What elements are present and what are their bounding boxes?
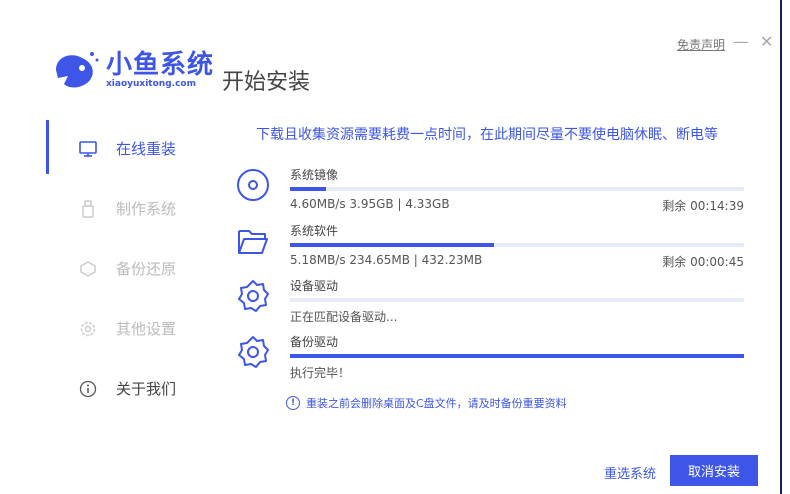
task-device-driver: 设备驱动 正在匹配设备驱动...	[236, 277, 746, 327]
gear-icon	[238, 280, 269, 312]
reselect-system-link[interactable]: 重选系统	[604, 463, 656, 482]
gear-icon	[238, 336, 269, 368]
sidebar-item-backup-restore[interactable]: 备份还原	[78, 258, 208, 279]
backup-icon	[78, 259, 98, 279]
close-button[interactable]: ✕	[760, 32, 773, 51]
disclaimer-link[interactable]: 免责声明	[677, 36, 725, 53]
sidebar-item-label: 其他设置	[116, 320, 177, 338]
task-system-image: 系统镜像 4.60MB/s 3.95GB | 4.33GB 剩余 00:14:3…	[236, 166, 746, 216]
task-remaining: 剩余 00:00:45	[662, 255, 744, 269]
cancel-install-button[interactable]: 取消安装	[670, 455, 758, 486]
task-name: 系统软件	[290, 224, 339, 238]
fish-logo-icon	[56, 52, 99, 88]
task-backup-driver: 备份驱动 执行完毕！	[236, 333, 746, 383]
warning-message: ! 重装之前会删除桌面及C盘文件，请及时备份重要资料	[286, 395, 567, 411]
task-status: 5.18MB/s 234.65MB | 432.23MB	[290, 253, 483, 267]
progress-bar	[290, 243, 744, 247]
sidebar-item-other-settings[interactable]: 其他设置	[78, 318, 208, 339]
logo-url: xiaoyuxitong.com	[106, 79, 196, 89]
task-name: 备份驱动	[290, 335, 339, 349]
progress-bar	[290, 354, 744, 358]
installer-window: 小鱼系统 xiaoyuxitong.com 开始安装 免责声明 — ✕ 在线重装…	[0, 0, 782, 494]
usb-icon	[78, 199, 98, 219]
sidebar-item-label: 关于我们	[116, 380, 177, 398]
task-status: 执行完毕！	[290, 366, 351, 380]
task-status: 4.60MB/s 3.95GB | 4.33GB	[290, 197, 450, 211]
task-remaining: 剩余 00:14:39	[662, 199, 744, 213]
monitor-icon	[78, 139, 98, 159]
progress-bar	[290, 298, 744, 302]
task-status: 正在匹配设备驱动...	[290, 310, 398, 324]
disc-icon	[237, 169, 269, 201]
progress-bar	[290, 187, 744, 191]
notice-text: 下载且收集资源需要耗费一点时间，在此期间尽量不要使电脑休眠、断电等	[256, 127, 718, 143]
folder-icon	[238, 230, 268, 254]
logo-name: 小鱼系统	[106, 50, 215, 80]
warning-icon: !	[286, 396, 300, 410]
minimize-button[interactable]: —	[733, 32, 749, 51]
sidebar-item-label: 在线重装	[116, 140, 177, 158]
gear-icon	[78, 319, 98, 339]
page-title: 开始安装	[222, 70, 311, 95]
sidebar-item-online-reinstall[interactable]: 在线重装	[78, 138, 208, 159]
info-icon	[78, 379, 98, 399]
sidebar-item-label: 制作系统	[116, 200, 177, 218]
sidebar-item-make-system[interactable]: 制作系统	[78, 198, 208, 219]
sidebar-item-about[interactable]: 关于我们	[78, 378, 208, 399]
task-name: 系统镜像	[290, 168, 339, 182]
logo: 小鱼系统 xiaoyuxitong.com	[52, 48, 214, 92]
sidebar-item-label: 备份还原	[116, 260, 177, 278]
warning-text: 重装之前会删除桌面及C盘文件，请及时备份重要资料	[306, 397, 567, 410]
active-indicator	[46, 120, 49, 174]
task-name: 设备驱动	[290, 279, 339, 293]
task-system-software: 系统软件 5.18MB/s 234.65MB | 432.23MB 剩余 00:…	[236, 222, 746, 272]
